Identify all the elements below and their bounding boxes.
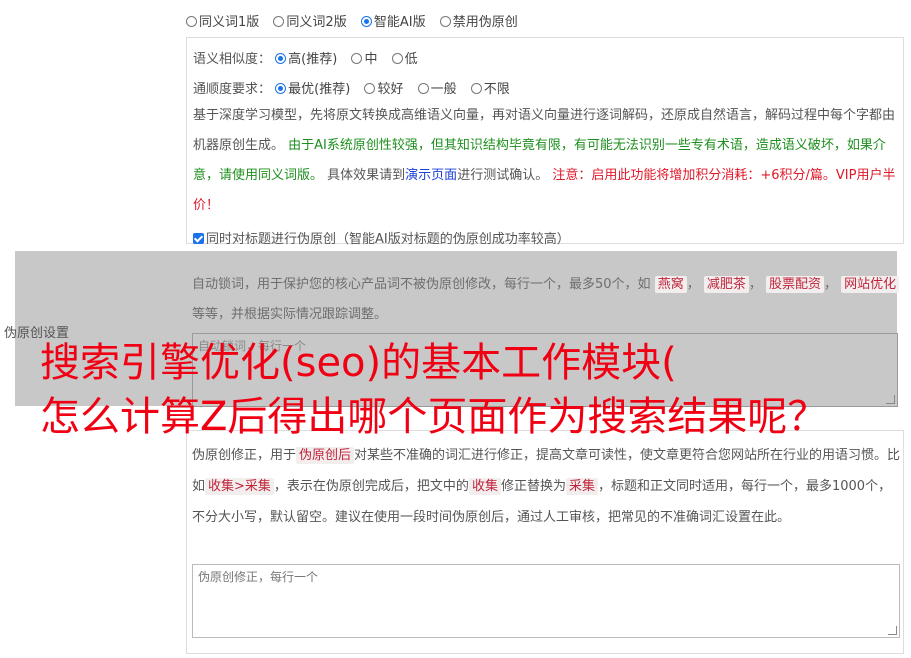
mode-option-synonym1[interactable]: 同义词1版 [186, 15, 259, 30]
example-tag: 采集 [565, 478, 598, 495]
lock-words-description: 自动锁词，用于保护您的核心产品词不被伪原创修改，每行一个，最多50个，如 燕窝，… [192, 270, 902, 330]
title-banner: 搜索引擎优化(seo)的基本工作模块( 怎么计算Z后得出哪个页面作为搜索结果呢？ [40, 336, 827, 444]
correction-textarea[interactable]: 伪原创修正，每行一个 [192, 564, 900, 638]
similarity-option-high[interactable]: 高(推荐) [275, 52, 337, 67]
fluency-option-best[interactable]: 最优(推荐) [275, 82, 350, 97]
radio-selected-icon[interactable] [360, 16, 372, 27]
fluency-option-good[interactable]: 较好 [364, 82, 403, 97]
example-tag: 股票配资 [766, 276, 825, 293]
banner-line-1: 搜索引擎优化(seo)的基本工作模块( [40, 340, 677, 386]
radio-icon[interactable] [417, 83, 429, 94]
ai-description: 基于深度学习模型，先将原文转换成高维语义向量，再对语义向量进行逐词解码，还原成自… [193, 108, 896, 213]
checkbox-checked-icon[interactable] [193, 233, 204, 244]
example-tag: 伪原创后 [296, 447, 355, 464]
correction-description: 伪原创修正，用于 伪原创后 对某些不准确的词汇进行修正，提高文章可读性，使文章更符合… [192, 447, 901, 525]
resize-handle-icon[interactable] [888, 626, 897, 635]
fluency-option-normal[interactable]: 一般 [417, 82, 457, 97]
demo-page-link[interactable]: 演示页面 [405, 168, 457, 183]
mode-option-ai[interactable]: 智能AI版 [360, 15, 426, 30]
fluency-label: 通顺度要求： [193, 82, 272, 97]
similarity-label: 语义相似度： [193, 52, 272, 67]
radio-icon[interactable] [351, 53, 363, 64]
mode-radio-group: 同义词1版 同义词2版 智能AI版 禁用伪原创 [186, 11, 528, 30]
radio-icon[interactable] [186, 16, 197, 27]
example-tag: 收集>采集 [205, 478, 274, 495]
ai-settings-panel: 语义相似度： 高(推荐) 中 低 通顺度要求： 最优(推荐) 较好 一般 不限 … [186, 37, 904, 247]
radio-icon[interactable] [439, 16, 451, 27]
radio-icon[interactable] [364, 83, 376, 94]
radio-icon[interactable] [273, 16, 285, 27]
example-tag: 网站优化 [841, 276, 900, 293]
title-option-row[interactable]: 同时对标题进行伪原创（智能AI版对标题的伪原创成功率较高） [193, 228, 570, 247]
fluency-row: 通顺度要求： 最优(推荐) 较好 一般 不限 [193, 78, 520, 97]
similarity-option-low[interactable]: 低 [391, 52, 418, 67]
radio-icon[interactable] [470, 83, 482, 94]
radio-selected-icon[interactable] [275, 53, 287, 64]
similarity-row: 语义相似度： 高(推荐) 中 低 [193, 48, 428, 67]
mode-option-disabled[interactable]: 禁用伪原创 [439, 15, 518, 30]
radio-icon[interactable] [391, 53, 403, 64]
example-tag: 减肥茶 [703, 276, 749, 293]
title-option-label: 同时对标题进行伪原创（智能AI版对标题的伪原创成功率较高） [206, 232, 570, 247]
resize-handle-icon[interactable] [886, 395, 895, 404]
radio-selected-icon[interactable] [275, 83, 287, 94]
example-tag: 燕窝 [654, 276, 687, 293]
mode-option-synonym2[interactable]: 同义词2版 [273, 15, 347, 30]
example-tag: 收集 [468, 478, 501, 495]
banner-line-2: 怎么计算Z后得出哪个页面作为搜索结果呢？ [40, 394, 828, 440]
similarity-option-medium[interactable]: 中 [351, 52, 377, 67]
fluency-option-any[interactable]: 不限 [470, 82, 510, 97]
